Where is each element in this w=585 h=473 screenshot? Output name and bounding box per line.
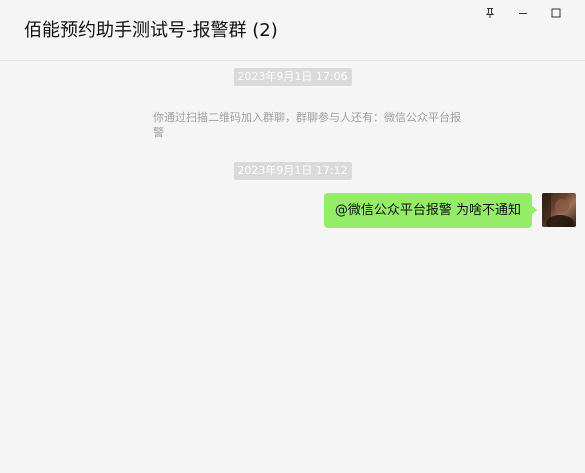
- maximize-icon[interactable]: [547, 4, 565, 22]
- pin-icon[interactable]: [481, 4, 499, 22]
- outgoing-message-bubble[interactable]: @微信公众平台报警 为啥不通知: [323, 193, 532, 228]
- timestamp: 2023年9月1日 17:12: [233, 162, 352, 180]
- chat-title: 佰能预约助手测试号-报警群 (2): [24, 20, 278, 41]
- system-message: 你通过扫描二维码加入群聊，群聊参与人还有：微信公众平台报警: [153, 111, 461, 139]
- avatar[interactable]: [542, 193, 576, 227]
- chat-header: 佰能预约助手测试号-报警群 (2) ⋮: [0, 0, 585, 61]
- timestamp: 2023年9月1日 17:06: [233, 68, 352, 86]
- minimize-icon[interactable]: [514, 4, 532, 22]
- bubble-tail: [531, 205, 537, 215]
